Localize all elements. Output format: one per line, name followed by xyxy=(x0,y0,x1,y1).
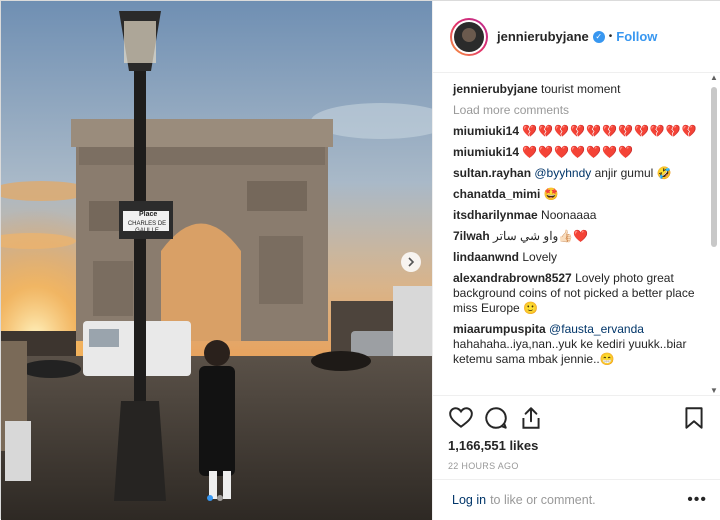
likes-count[interactable]: 1,166,551 likes xyxy=(448,438,707,453)
comment-username[interactable]: sultan.rayhan xyxy=(453,166,531,180)
caption: jennierubyjane tourist moment xyxy=(453,82,702,97)
comment-mention[interactable]: @fausta_ervanda xyxy=(549,322,644,336)
comment-text: hahahaha..iya,nan..yuk ke kediri yuukk..… xyxy=(453,337,687,366)
comment-username[interactable]: alexandrabrown8527 xyxy=(453,271,572,285)
action-icons xyxy=(448,404,707,432)
comments-list: jennierubyjane tourist moment Load more … xyxy=(433,73,720,393)
comment-text: واو شي ساتر👍🏻❤️ xyxy=(493,229,589,243)
avatar-image xyxy=(454,21,484,52)
header-separator: • xyxy=(608,31,613,42)
login-link[interactable]: Log in xyxy=(452,493,486,507)
scroll-up-icon[interactable]: ▲ xyxy=(710,73,718,82)
scroll-down-icon[interactable]: ▼ xyxy=(710,386,718,395)
more-options-button[interactable]: ••• xyxy=(687,491,707,509)
scrollbar-thumb[interactable] xyxy=(711,87,717,247)
comment-text: Noonaaaa xyxy=(541,208,597,222)
comment: miumiuki14 ❤️❤️❤️❤️❤️❤️❤️ xyxy=(453,145,702,160)
avatar[interactable] xyxy=(450,17,488,56)
instagram-post: Place CHARLES DE GAULLE jennierubyjane ✓… xyxy=(0,0,720,520)
comment-text: 💔💔💔💔💔💔💔💔💔💔💔 xyxy=(522,124,698,138)
comment: sultan.rayhan @byyhndy anjir gumul 🤣 xyxy=(453,166,702,181)
comment: miumiuki14 💔💔💔💔💔💔💔💔💔💔💔 xyxy=(453,124,702,139)
follow-button[interactable]: Follow xyxy=(616,29,657,44)
login-bar: Log in to like or comment. ••• xyxy=(433,479,720,520)
login-prompt-text: to like or comment. xyxy=(490,493,596,507)
carousel-indicators xyxy=(207,495,223,501)
post-photo[interactable]: Place CHARLES DE GAULLE xyxy=(1,1,432,520)
comment: itsdharilynmae Noonaaaa xyxy=(453,208,702,223)
comment-username[interactable]: miaarumpuspita xyxy=(453,322,546,336)
post-actions: 1,166,551 likes 22 HOURS AGO xyxy=(433,395,720,485)
comment: 7ilwah واو شي ساتر👍🏻❤️ xyxy=(453,229,702,244)
heart-icon[interactable] xyxy=(448,405,474,431)
chevron-right-icon xyxy=(408,257,415,267)
header-username[interactable]: jennierubyjane xyxy=(497,29,589,44)
share-icon[interactable] xyxy=(518,405,544,431)
comment-username[interactable]: chanatda_mimi xyxy=(453,187,540,201)
comment-icon[interactable] xyxy=(483,405,509,431)
verified-badge-icon: ✓ xyxy=(592,30,605,43)
comments-scrollbar[interactable]: ▲ ▼ xyxy=(709,73,719,395)
comment: alexandrabrown8527 Lovely photo great ba… xyxy=(453,271,702,316)
post-header: jennierubyjane ✓ • Follow xyxy=(433,1,720,73)
comment-text: ❤️❤️❤️❤️❤️❤️❤️ xyxy=(522,145,634,159)
comment-text: Lovely xyxy=(522,250,558,264)
comment: miaarumpuspita @fausta_ervanda hahahaha.… xyxy=(453,322,702,367)
comment-username[interactable]: miumiuki14 xyxy=(453,145,519,159)
comment-username[interactable]: itsdharilynmae xyxy=(453,208,538,222)
comment-mention[interactable]: @byyhndy xyxy=(534,166,591,180)
bookmark-icon[interactable] xyxy=(681,405,707,431)
carousel-dot-active xyxy=(207,495,213,501)
comment-username[interactable]: lindaanwnd xyxy=(453,250,519,264)
next-photo-button[interactable] xyxy=(401,252,421,272)
comment: chanatda_mimi 🤩 xyxy=(453,187,702,202)
post-sidebar: jennierubyjane ✓ • Follow jennierubyjane… xyxy=(432,1,720,520)
comment: lindaanwnd Lovely xyxy=(453,250,702,265)
comment-username[interactable]: 7ilwah xyxy=(453,229,490,243)
arc-de-triomphe-photo xyxy=(1,1,432,520)
carousel-dot xyxy=(217,495,223,501)
caption-username[interactable]: jennierubyjane xyxy=(453,82,538,96)
comment-text: anjir gumul 🤣 xyxy=(591,166,672,180)
sign-bottom: CHARLES DE GAULLE xyxy=(127,221,167,234)
sign-top: Place xyxy=(139,211,158,218)
caption-text: tourist moment xyxy=(541,82,621,96)
post-timestamp: 22 HOURS AGO xyxy=(448,461,519,471)
comment-username[interactable]: miumiuki14 xyxy=(453,124,519,138)
load-more-comments-button[interactable]: Load more comments xyxy=(453,103,702,118)
comment-text: 🤩 xyxy=(543,187,559,201)
